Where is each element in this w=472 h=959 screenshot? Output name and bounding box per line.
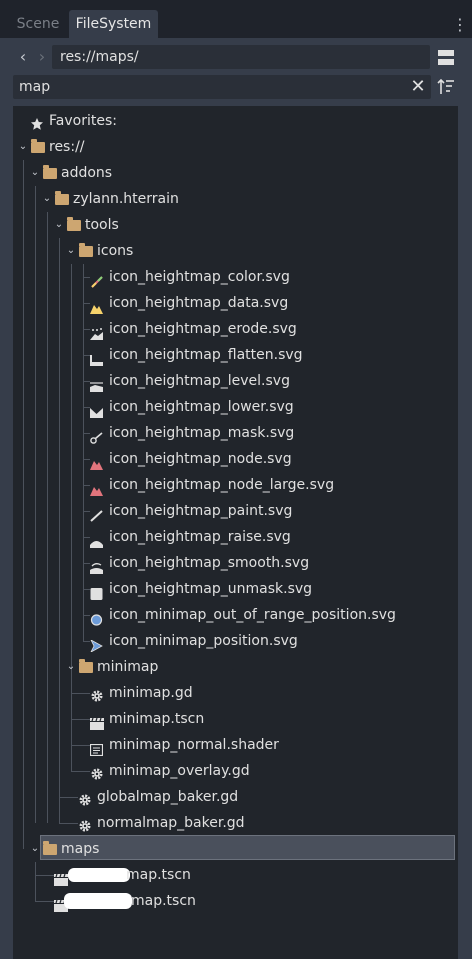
gear-icon xyxy=(78,790,92,806)
dock-menu-icon[interactable]: ⋮ xyxy=(452,14,468,36)
search-input[interactable] xyxy=(13,75,431,99)
file-label: icon_heightmap_raise.svg xyxy=(109,529,291,545)
chevron-down-icon[interactable]: ⌄ xyxy=(18,134,28,160)
clear-icon[interactable]: ✕ xyxy=(409,76,427,98)
folder-icon xyxy=(79,659,93,673)
back-icon[interactable]: ‹ xyxy=(15,46,31,68)
tree-label: tools xyxy=(85,217,119,233)
tree-label: maps xyxy=(61,841,100,857)
gear-icon xyxy=(78,816,92,832)
tree-guide xyxy=(83,264,84,641)
tree-guide xyxy=(71,264,72,771)
file-label: icon_heightmap_smooth.svg xyxy=(109,555,310,571)
tree-guide xyxy=(35,862,36,901)
file-label: icon_heightmap_unmask.svg xyxy=(109,581,313,597)
tree-label: icons xyxy=(97,243,134,259)
file-label: icon_heightmap_lower.svg xyxy=(109,399,294,415)
tree-label: res:// xyxy=(49,139,85,155)
search-value: map xyxy=(19,79,51,95)
favorites-label: Favorites: xyxy=(49,113,117,129)
file-label: normalmap_baker.gd xyxy=(97,815,245,831)
file-label: icon_heightmap_paint.svg xyxy=(109,503,293,519)
file-label: icon_heightmap_node.svg xyxy=(109,451,292,467)
chevron-down-icon[interactable]: ⌄ xyxy=(66,238,76,264)
minimap-position-icon xyxy=(90,635,103,653)
clapperboard-icon xyxy=(90,713,104,730)
tree-guide xyxy=(23,160,24,849)
file-label: icon_minimap_out_of_range_position.svg xyxy=(109,607,396,623)
redacted-region xyxy=(64,893,132,909)
path-text: res://maps/ xyxy=(60,49,139,65)
folder-icon xyxy=(67,217,81,231)
smooth-icon xyxy=(90,557,103,574)
forward-icon[interactable]: › xyxy=(34,46,50,68)
file-label: map.tscn xyxy=(131,893,196,909)
tree-label: zylann.hterrain xyxy=(73,191,179,207)
heightmap-data-icon xyxy=(90,297,103,314)
split-view-button[interactable] xyxy=(436,46,456,68)
heightmap-node-icon xyxy=(90,453,103,470)
chevron-down-icon[interactable]: ⌄ xyxy=(66,654,76,680)
level-icon xyxy=(90,375,103,392)
lower-icon xyxy=(90,401,103,418)
file-label: minimap_overlay.gd xyxy=(109,763,250,779)
tree-label: addons xyxy=(61,165,113,181)
raise-icon xyxy=(90,531,103,548)
file-label: icon_heightmap_mask.svg xyxy=(109,425,295,441)
redacted-region xyxy=(68,868,130,882)
color-brush-icon xyxy=(90,271,103,288)
sort-icon[interactable] xyxy=(436,76,456,98)
erode-icon xyxy=(90,323,103,340)
file-label: minimap.tscn xyxy=(109,711,205,727)
flatten-icon xyxy=(90,349,103,366)
paint-brush-icon xyxy=(90,505,103,522)
file-label: icon_heightmap_level.svg xyxy=(109,373,290,389)
heightmap-node-large-icon xyxy=(90,479,103,496)
tree-guide xyxy=(47,212,48,823)
file-label: icon_heightmap_data.svg xyxy=(109,295,289,311)
folder-icon xyxy=(79,243,93,257)
file-label: minimap.gd xyxy=(109,685,193,701)
file-label: icon_heightmap_flatten.svg xyxy=(109,347,303,363)
file-label: map.tscn xyxy=(126,867,191,883)
tree-guide xyxy=(35,186,36,823)
tab-filesystem[interactable]: FileSystem xyxy=(69,10,158,38)
chevron-down-icon[interactable]: ⌄ xyxy=(30,836,40,862)
dock-tab-bar: Scene FileSystem ⋮ xyxy=(0,0,472,38)
chevron-down-icon[interactable]: ⌄ xyxy=(54,212,64,238)
file-label: icon_heightmap_erode.svg xyxy=(109,321,297,337)
file-label: icon_heightmap_node_large.svg xyxy=(109,477,335,493)
tree-guide xyxy=(59,238,60,823)
folder-icon xyxy=(43,165,57,179)
file-label: minimap_normal.shader xyxy=(109,737,279,753)
star-icon xyxy=(30,114,44,130)
chevron-down-icon[interactable]: ⌄ xyxy=(30,160,40,186)
tab-scene[interactable]: Scene xyxy=(10,10,66,38)
folder-icon xyxy=(55,191,69,205)
gear-icon xyxy=(90,686,104,702)
mask-icon xyxy=(90,427,103,444)
minimap-out-of-range-icon xyxy=(90,609,103,626)
folder-icon xyxy=(31,139,45,153)
unmask-icon xyxy=(90,583,103,600)
file-label: globalmap_baker.gd xyxy=(97,789,239,805)
gear-icon xyxy=(90,764,104,780)
folder-icon xyxy=(43,841,57,855)
tree-label: minimap xyxy=(97,659,159,675)
file-label: icon_minimap_position.svg xyxy=(109,633,298,649)
file-label: icon_heightmap_color.svg xyxy=(109,269,290,285)
selected-row-highlight xyxy=(40,835,455,860)
shader-file-icon xyxy=(89,739,104,757)
clapperboard-icon xyxy=(54,869,68,886)
chevron-down-icon[interactable]: ⌄ xyxy=(42,186,52,212)
